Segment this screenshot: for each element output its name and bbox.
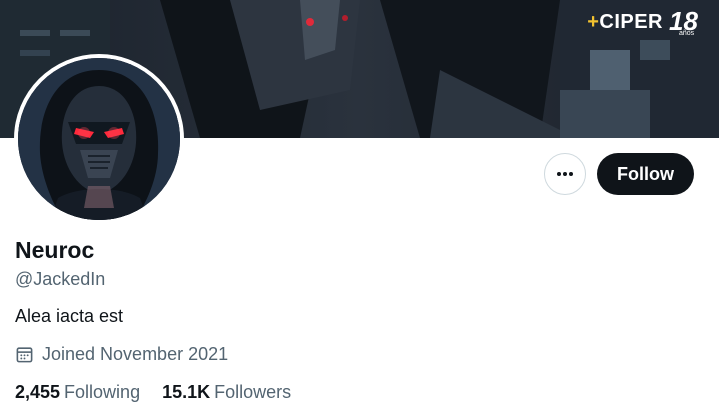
profile-display-name: Neuroc bbox=[15, 237, 95, 263]
more-options-button[interactable] bbox=[544, 153, 586, 195]
calendar-icon bbox=[16, 347, 33, 363]
followers-link[interactable]: 15.1K Followers bbox=[162, 382, 291, 403]
profile-handle: @JackedIn bbox=[15, 269, 106, 289]
profile-joined-date: Joined November 2021 bbox=[15, 344, 228, 365]
joined-date-text: Joined November 2021 bbox=[42, 344, 229, 364]
avatar[interactable] bbox=[18, 58, 180, 220]
more-horizontal-icon bbox=[557, 172, 573, 176]
avatar-image bbox=[18, 58, 180, 220]
followers-label: Followers bbox=[214, 382, 292, 402]
ciper-brand-text: +CIPER bbox=[587, 6, 663, 38]
following-label: Following bbox=[64, 382, 141, 402]
ciper-plus-sign: + bbox=[587, 11, 600, 33]
ciper-anniversary: 18 años bbox=[669, 6, 705, 38]
follow-stats: 2,455 Following 15.1K Followers bbox=[15, 382, 291, 403]
avatar-frame[interactable] bbox=[14, 54, 184, 224]
following-count: 2,455 bbox=[15, 382, 61, 402]
profile-bio: Alea iacta est bbox=[15, 306, 124, 326]
following-link[interactable]: 2,455 Following bbox=[15, 382, 140, 403]
ciper-watermark: +CIPER 18 años bbox=[587, 6, 705, 38]
followers-count: 15.1K bbox=[162, 382, 211, 402]
ciper-years-label: años bbox=[679, 30, 695, 37]
follow-button[interactable]: Follow bbox=[597, 153, 694, 195]
follow-button-label: Follow bbox=[617, 163, 674, 184]
ciper-brand-name: CIPER bbox=[599, 11, 663, 33]
